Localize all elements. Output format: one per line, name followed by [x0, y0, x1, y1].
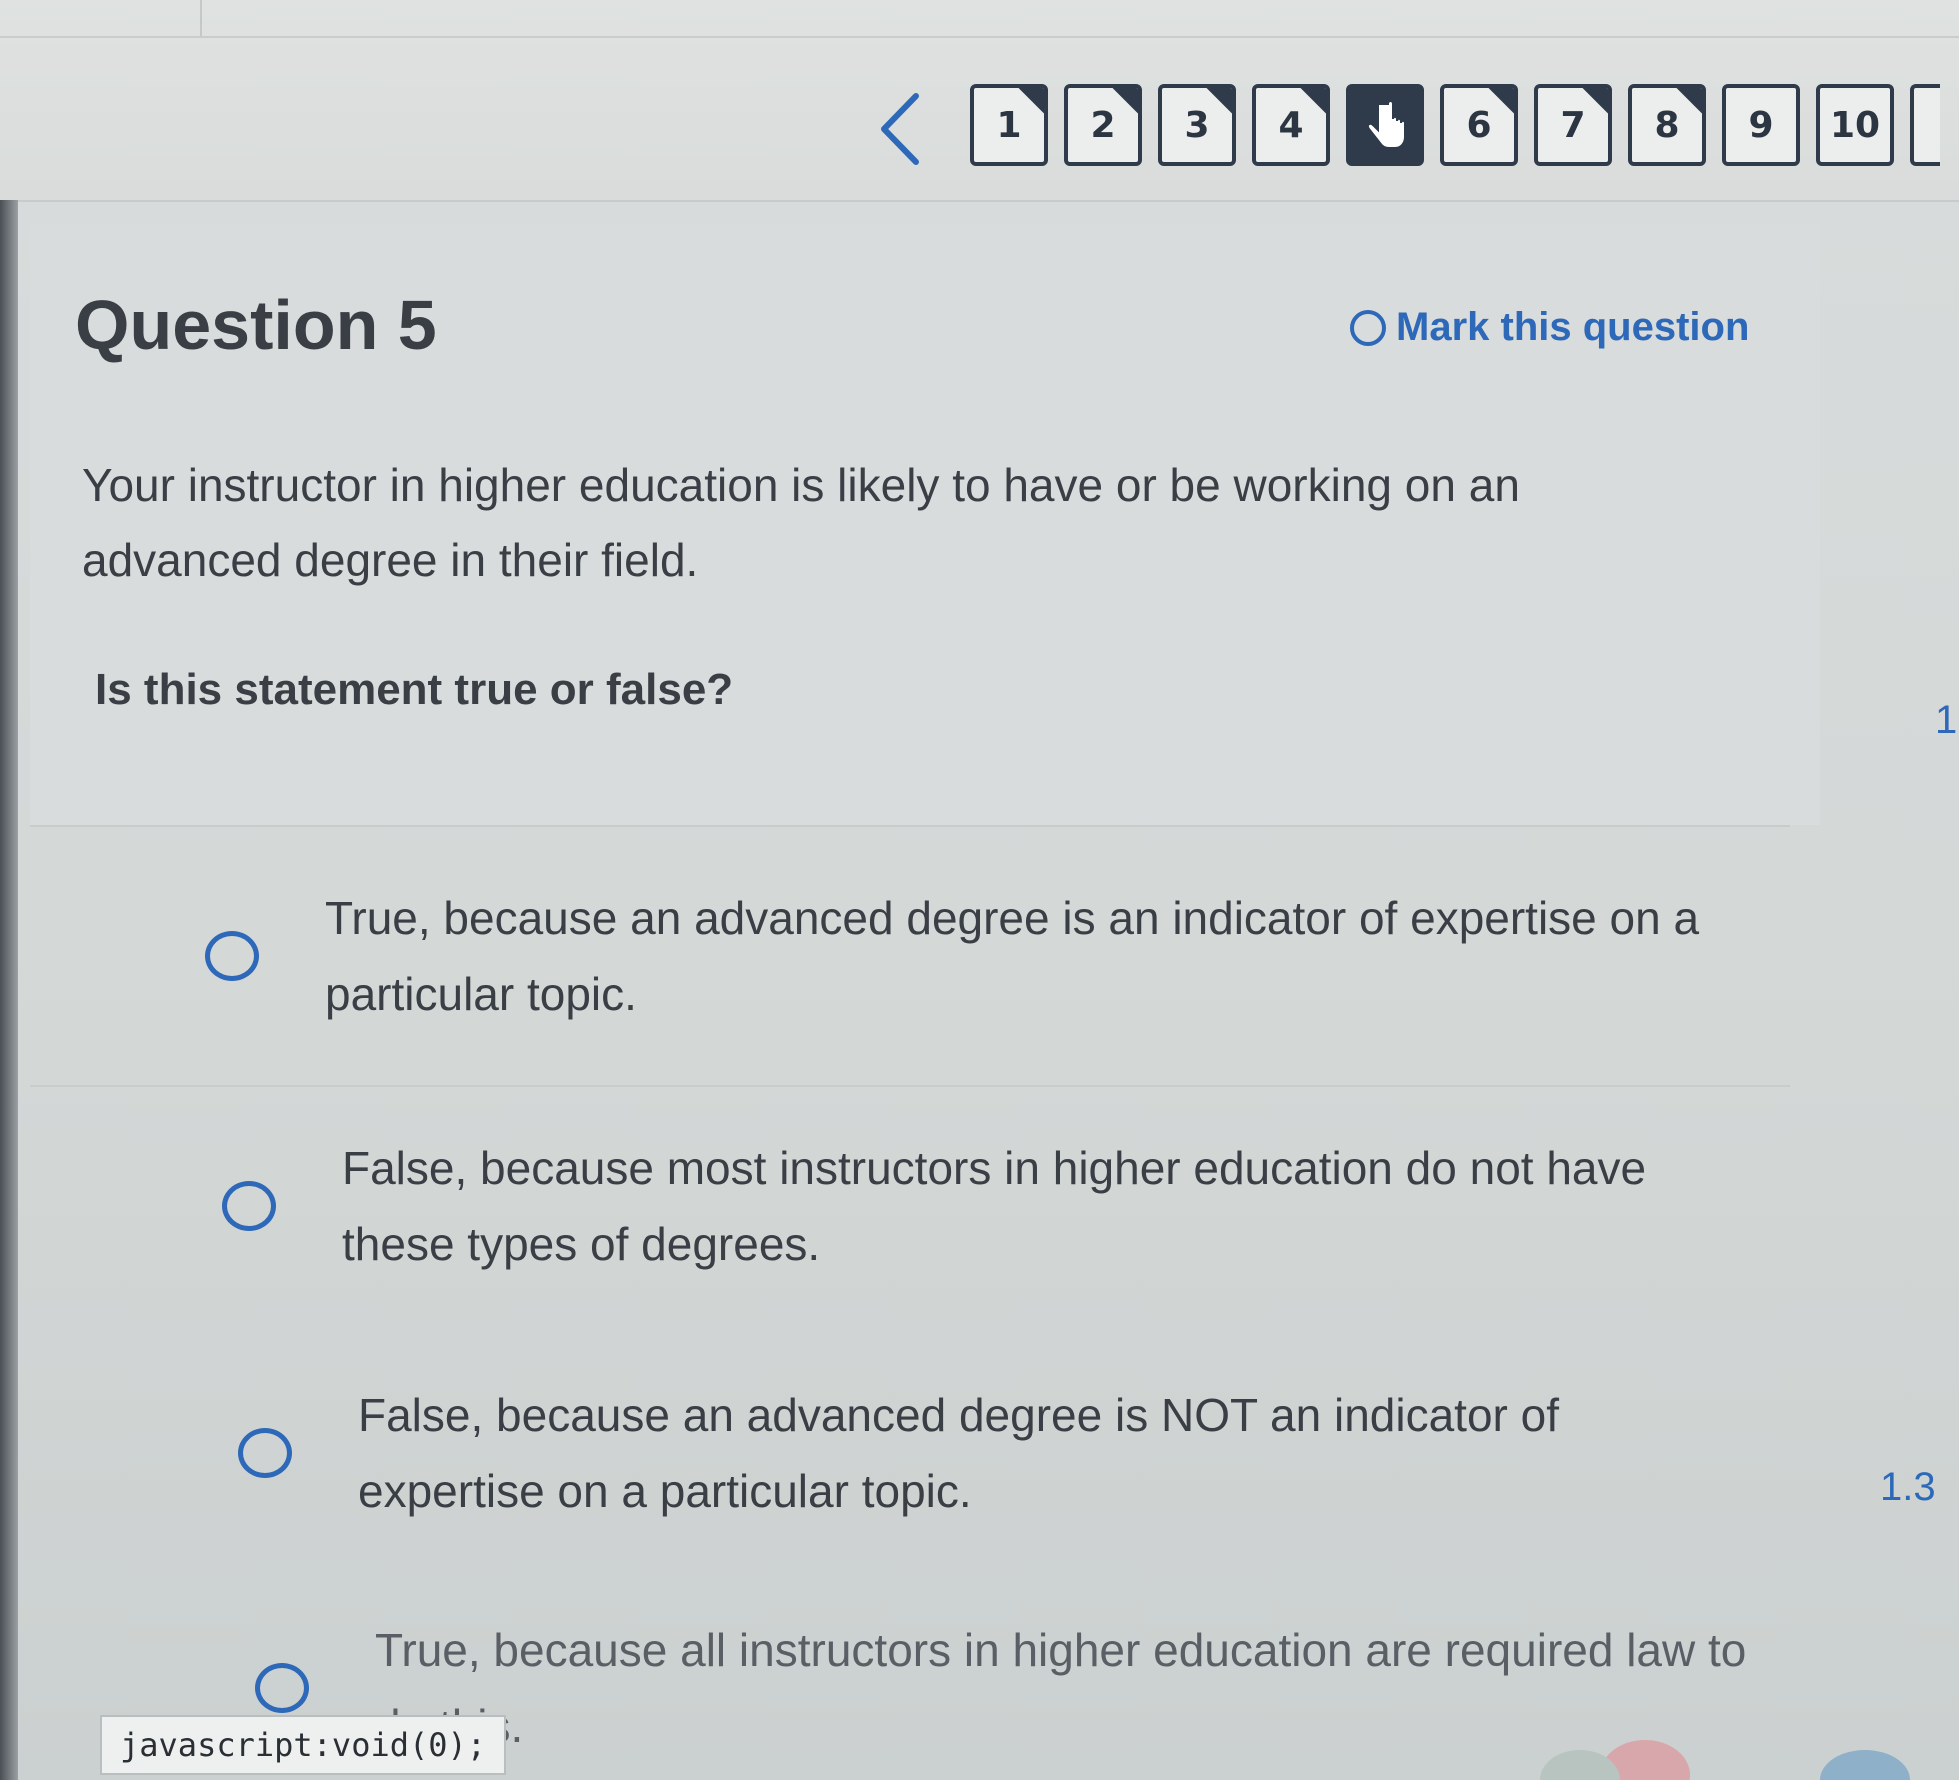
page-button-label: 7 [1560, 104, 1586, 146]
page-button-label: 9 [1748, 104, 1774, 146]
page-button-label: 10 [1829, 104, 1881, 146]
page-button-label: 4 [1278, 104, 1304, 146]
radio-circle-icon[interactable] [222, 1181, 276, 1231]
mark-question-toggle[interactable]: Mark this question [1350, 305, 1749, 350]
page-button-label: 3 [1184, 104, 1210, 146]
page-button-2[interactable]: 2 [1064, 84, 1142, 166]
taskbar-app-icon[interactable] [1820, 1750, 1910, 1780]
page-button-10[interactable]: 10 [1816, 84, 1894, 166]
previous-question-button[interactable] [870, 92, 930, 166]
side-panel-value-top: 1 [1935, 698, 1958, 742]
page-button-label: 6 [1466, 104, 1492, 146]
page-button-1[interactable]: 1 [970, 84, 1048, 166]
page-button-6[interactable]: 6 [1440, 84, 1518, 166]
question-pager: 1 2 3 4 6 7 8 9 10 [970, 84, 1940, 166]
answer-option-text: True, because an advanced degree is an i… [325, 892, 1700, 1020]
radio-circle-icon[interactable] [255, 1663, 309, 1713]
header-rule [0, 36, 1959, 38]
mark-question-label: Mark this question [1396, 305, 1750, 349]
answer-option-1[interactable]: True, because an advanced degree is an i… [205, 880, 1725, 1032]
answer-option-text: False, because an advanced degree is NOT… [358, 1389, 1559, 1517]
page-button-next-partial[interactable] [1910, 84, 1940, 166]
side-panel-value-bottom: 1.3 [1880, 1465, 1936, 1509]
circle-outline-icon [1350, 309, 1386, 346]
quiz-page: 1 2 3 4 6 7 8 9 10 Question 5 Mark this … [0, 0, 1959, 1780]
page-button-5-current[interactable] [1346, 84, 1424, 166]
page-button-4[interactable]: 4 [1252, 84, 1330, 166]
question-ask: Is this statement true or false? [95, 665, 734, 714]
chevron-left-icon [881, 93, 919, 165]
page-button-label: 2 [1090, 104, 1116, 146]
page-button-label: 8 [1654, 104, 1680, 146]
link-preview-status: javascript:void(0); [100, 1715, 507, 1775]
page-button-3[interactable]: 3 [1158, 84, 1236, 166]
answer-option-text: False, because most instructors in highe… [342, 1142, 1647, 1270]
hand-pointer-icon [1366, 100, 1406, 149]
radio-circle-icon[interactable] [205, 931, 259, 981]
radio-circle-icon[interactable] [238, 1428, 292, 1478]
answer-option-3[interactable]: False, because an advanced degree is NOT… [238, 1377, 1758, 1529]
question-prompt: Your instructor in higher education is l… [82, 459, 1520, 586]
page-button-9[interactable]: 9 [1722, 84, 1800, 166]
page-button-8[interactable]: 8 [1628, 84, 1706, 166]
page-button-label: 1 [996, 104, 1022, 146]
page-button-7[interactable]: 7 [1534, 84, 1612, 166]
header-tick [200, 0, 202, 36]
option-divider [30, 1085, 1790, 1087]
answer-option-2[interactable]: False, because most instructors in highe… [222, 1130, 1742, 1282]
monitor-bezel-edge [0, 200, 18, 1780]
question-title: Question 5 [75, 286, 437, 364]
options-divider [30, 825, 1790, 827]
